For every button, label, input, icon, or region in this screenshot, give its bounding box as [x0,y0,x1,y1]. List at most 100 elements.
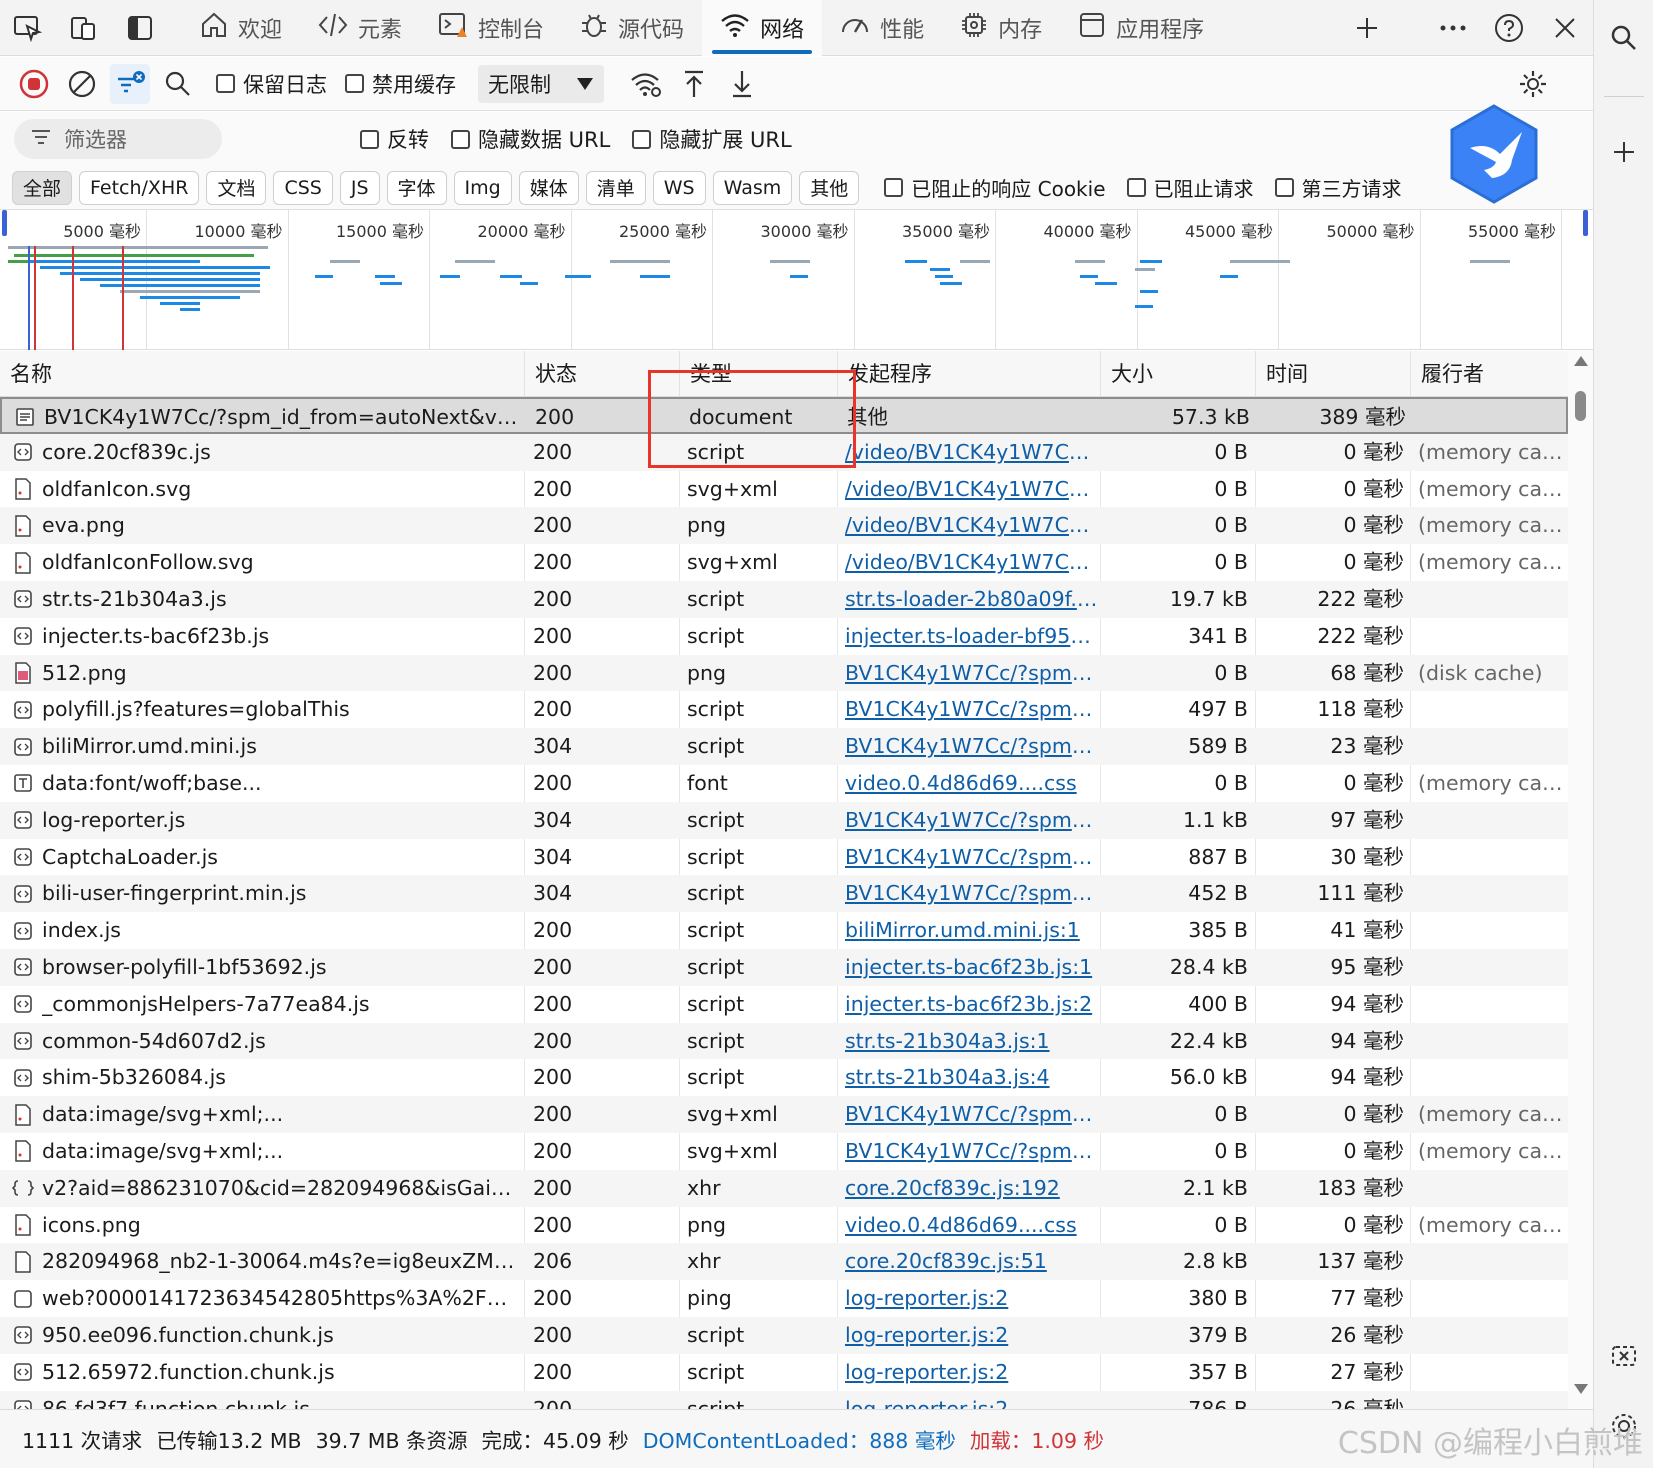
extra-filter-checkbox[interactable]: 已阻止的响应 Cookie [884,173,1106,202]
request-name[interactable]: common-54d607d2.js [12,1023,522,1060]
request-name[interactable]: data:image/svg+xml;... [12,1096,522,1133]
type-filter-pill[interactable]: 文档 [206,170,267,205]
request-name[interactable]: 282094968_nb2-1-30064.m4s?e=ig8euxZM2rNc… [12,1243,522,1280]
request-initiator-link[interactable]: log-reporter.js:2 [845,1280,1100,1317]
hide-data-url-checkbox[interactable]: 隐藏数据 URL [451,124,610,154]
request-initiator-link[interactable]: /video/BV1CK4y1W7Cc/?sp [845,544,1100,581]
request-name[interactable]: 512.65972.function.chunk.js [12,1354,522,1391]
extra-filter-checkbox[interactable]: 已阻止请求 [1126,173,1254,202]
disable-cache-checkbox[interactable]: 禁用缓存 [345,69,456,99]
table-row[interactable]: injecter.ts-bac6f23b.js 200 script injecter… [0,618,1568,655]
device-emulation-icon[interactable] [56,0,112,56]
hide-extension-url-checkbox[interactable]: 隐藏扩展 URL [632,124,792,154]
request-name[interactable]: injecter.ts-bac6f23b.js [12,618,522,655]
request-initiator-link[interactable]: /video/BV1CK4y1W7Cc/?sp [845,507,1100,544]
request-initiator-link[interactable]: BV1CK4y1W7Cc/?spm_id_fr [845,691,1100,728]
table-row[interactable]: v2?aid=886231070&cid=282094968&isGaiaAvo… [0,1169,1568,1207]
request-initiator-link[interactable]: str.ts-loader-2b80a09f.js:8 [845,581,1100,618]
request-initiator-link[interactable]: BV1CK4y1W7Cc/?spm_id_fr [845,875,1100,912]
request-initiator-link[interactable]: video.0.4d86d69....css [845,765,1100,802]
help-icon[interactable] [1481,0,1537,56]
export-har-icon[interactable] [722,64,762,104]
request-initiator-link[interactable]: BV1CK4y1W7Cc/?spm_id_fr [845,655,1100,692]
scroll-up-icon[interactable] [1573,355,1589,367]
request-name[interactable]: 86.fd3f7.function.chunk.js [12,1391,522,1409]
type-filter-pill[interactable]: WS [652,170,706,205]
tab-code[interactable]: 元素 [300,0,420,56]
request-name[interactable]: str.ts-21b304a3.js [12,581,522,618]
request-name[interactable]: 512.png [12,655,522,692]
extra-filter-checkbox[interactable]: 第三方请求 [1274,173,1402,202]
close-icon[interactable] [1537,0,1593,56]
request-initiator-link[interactable]: injecter.ts-loader-bf952d76 [845,618,1100,655]
type-filter-pill[interactable]: 全部 [12,170,73,205]
request-initiator-link[interactable]: injecter.ts-bac6f23b.js:2 [845,986,1100,1023]
request-initiator-link[interactable]: /video/BV1CK4y1W7Cc/?sp [845,434,1100,471]
table-row[interactable]: eva.png 200 png/video/BV1CK4y1W7Cc/?sp 0 B 0… [0,507,1568,545]
preserve-log-checkbox[interactable]: 保留日志 [216,69,327,99]
tab-bug[interactable]: 源代码 [562,0,702,56]
import-har-icon[interactable] [674,64,714,104]
table-row[interactable]: log-reporter.js 304 script BV1CK4y1W7Cc/?sp… [0,801,1568,839]
request-name[interactable]: oldfanIconFollow.svg [12,544,522,581]
more-options-icon[interactable] [1425,0,1481,56]
table-row[interactable]: 86.fd3f7.function.chunk.js 200 script log-r… [0,1390,1568,1409]
table-row[interactable]: CaptchaLoader.js 304 script BV1CK4y1W7Cc/?s… [0,839,1568,876]
request-name[interactable]: icons.png [12,1207,522,1244]
request-name[interactable]: browser-polyfill-1bf53692.js [12,949,522,986]
filter-input[interactable]: 筛选器 [14,119,222,159]
request-name[interactable]: data:font/woff;base... [12,765,522,802]
request-name[interactable]: shim-5b326084.js [12,1059,522,1096]
request-initiator-link[interactable]: BV1CK4y1W7Cc/?spm_id_fr [845,1096,1100,1133]
request-name[interactable]: BV1CK4y1W7Cc/?spm_id_from=autoNext&vd_so… [14,399,524,436]
request-initiator-link[interactable]: log-reporter.js:2 [845,1354,1100,1391]
request-name[interactable]: index.js [12,912,522,949]
request-name[interactable]: v2?aid=886231070&cid=282094968&isGaiaAvo… [12,1170,522,1207]
network-overview-timeline[interactable]: 5000 毫秒 10000 毫秒 15000 毫秒 20000 毫秒 25000 毫秒 3… [0,210,1593,350]
add-tab-icon[interactable] [1339,0,1395,56]
request-initiator-link[interactable]: log-reporter.js:2 [845,1391,1100,1409]
request-initiator-link[interactable]: biliMirror.umd.mini.js:1 [845,912,1100,949]
clear-icon[interactable] [62,64,102,104]
table-row[interactable]: polyfill.js?features=globalThis 200 script… [0,691,1568,728]
table-row[interactable]: index.js 200 script biliMirror.umd.mini.js:… [0,912,1568,949]
tab-app-window[interactable]: 应用程序 [1060,0,1222,56]
table-row[interactable]: biliMirror.umd.mini.js 304 script BV1CK4y1W… [0,728,1568,765]
request-name[interactable]: polyfill.js?features=globalThis [12,691,522,728]
table-row[interactable]: 512.png 200 png BV1CK4y1W7Cc/?spm_id_fr 0 B 6… [0,654,1568,692]
tab-home[interactable]: 欢迎 [182,0,300,56]
network-conditions-icon[interactable] [626,64,666,104]
request-name[interactable]: eva.png [12,507,522,544]
request-name[interactable]: oldfanIcon.svg [12,471,522,508]
table-row[interactable]: 950.ee096.function.chunk.js 200 script log-… [0,1316,1568,1354]
request-initiator-link[interactable]: injecter.ts-bac6f23b.js:1 [845,949,1100,986]
type-filter-pill[interactable]: 字体 [386,170,447,205]
inspect-element-icon[interactable] [0,0,56,56]
request-initiator-link[interactable]: log-reporter.js:2 [845,1317,1100,1354]
table-row[interactable]: shim-5b326084.js 200 script str.ts-21b304a3… [0,1059,1568,1096]
request-initiator-link[interactable]: BV1CK4y1W7Cc/?spm_id_fr [845,839,1100,876]
type-filter-pill[interactable]: 其他 [799,170,860,205]
screenshot-icon[interactable] [1608,1340,1640,1372]
table-row[interactable]: data:font/woff;base... 200 font video.0.4d8… [0,765,1568,802]
col-header-fulfilled-by[interactable]: 履行者 [1410,351,1568,397]
table-row[interactable]: oldfanIconFollow.svg 200 svg+xml/video/BV1… [0,544,1568,581]
request-name[interactable]: data:image/svg+xml;... [12,1133,522,1170]
type-filter-pill[interactable]: Fetch/XHR [79,170,200,205]
type-filter-pill[interactable]: Wasm [712,170,793,205]
request-initiator-link[interactable]: /video/BV1CK4y1W7Cc/?sp [845,471,1100,508]
table-row[interactable]: common-54d607d2.js 200 script str.ts-21b304… [0,1022,1568,1060]
timeline-range-handle-left[interactable] [2,210,7,236]
add-icon[interactable] [1608,136,1640,168]
request-initiator-link[interactable]: str.ts-21b304a3.js:4 [845,1059,1100,1096]
filter-toggle-icon[interactable] [110,63,150,104]
request-name[interactable]: biliMirror.umd.mini.js [12,728,522,765]
table-scrollbar[interactable] [1568,351,1593,1409]
toggle-sidebar-icon[interactable] [112,0,168,56]
search-icon[interactable] [158,64,198,104]
table-row[interactable]: browser-polyfill-1bf53692.js 200 script inj… [0,948,1568,986]
tab-memory-chip[interactable]: 内存 [942,0,1060,56]
request-name[interactable]: log-reporter.js [12,802,522,839]
table-row[interactable]: data:image/svg+xml;... 200 svg+xml BV1CK4y1… [0,1133,1568,1170]
type-filter-pill[interactable]: 清单 [585,170,646,205]
